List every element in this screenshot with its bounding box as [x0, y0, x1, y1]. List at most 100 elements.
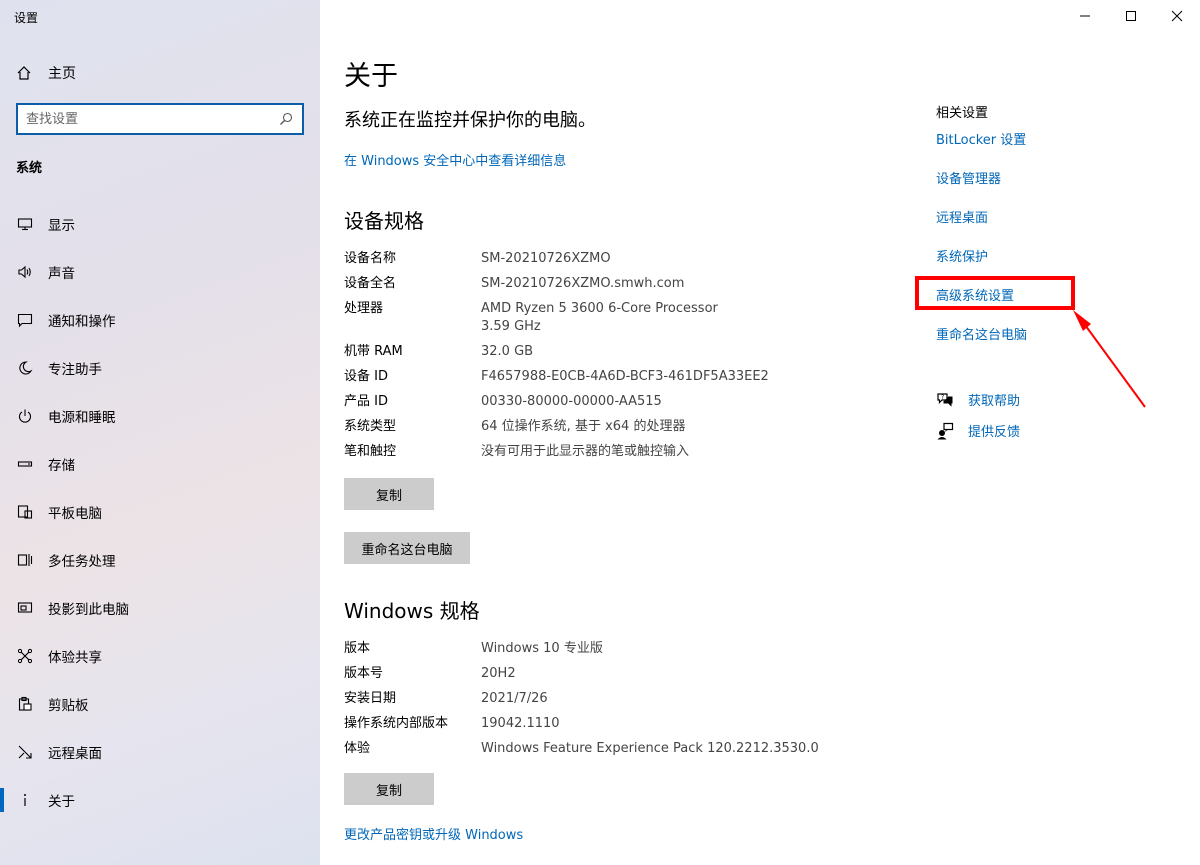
protection-status-text: 系统正在监控并保护你的电脑。: [344, 110, 596, 131]
moon-icon: [16, 359, 34, 377]
processor-name: AMD Ryzen 5 3600 6-Core Processor: [481, 301, 718, 316]
display-icon: [16, 215, 34, 233]
sidebar-item-label: 剪贴板: [48, 698, 89, 714]
spec-key: 产品 ID: [344, 394, 388, 409]
home-icon: [17, 66, 31, 80]
copy-device-specs-button[interactable]: 复制: [344, 478, 434, 510]
close-button[interactable]: [1154, 0, 1200, 32]
multitask-icon: [16, 551, 34, 569]
copy-windows-specs-button[interactable]: 复制: [344, 773, 434, 805]
sidebar-item-label: 远程桌面: [48, 746, 102, 762]
spec-key: 操作系统内部版本: [344, 716, 449, 731]
windows-specs-heading: Windows 规格: [344, 599, 480, 623]
table-row: 处理器 AMD Ryzen 5 3600 6-Core Processor 3.…: [344, 300, 769, 336]
get-help-label[interactable]: 获取帮助: [968, 390, 1020, 409]
highlight-box: [915, 276, 1075, 310]
storage-icon: [16, 455, 34, 473]
sidebar-item-label: 关于: [48, 794, 75, 810]
sidebar-item-label: 体验共享: [48, 650, 102, 666]
remote-desktop-icon: [16, 743, 34, 761]
sidebar-item-tablet[interactable]: 平板电脑: [0, 488, 320, 536]
sidebar-item-clipboard[interactable]: 剪贴板: [0, 680, 320, 728]
sidebar-item-label: 专注助手: [48, 362, 102, 378]
info-icon: [16, 791, 34, 809]
spec-key: 安装日期: [344, 691, 397, 706]
sidebar-item-sound[interactable]: 声音: [0, 248, 320, 296]
sidebar-item-shared-experiences[interactable]: 体验共享: [0, 632, 320, 680]
table-row: 体验 Windows Feature Experience Pack 120.2…: [344, 740, 819, 758]
sidebar-nav: 显示 声音 通知和操作 专注助手 电源和睡眠 存储 平板电脑 多任务处理 投影到…: [0, 200, 320, 824]
sidebar-item-notifications[interactable]: 通知和操作: [0, 296, 320, 344]
spec-key: 处理器: [344, 301, 384, 316]
page-title: 关于: [344, 61, 398, 92]
window-controls: [1062, 0, 1200, 32]
spec-key: 系统类型: [344, 419, 397, 434]
spec-value: Windows Feature Experience Pack 120.2212…: [481, 741, 819, 756]
home-label: 主页: [48, 66, 76, 82]
spec-value: AMD Ryzen 5 3600 6-Core Processor 3.59 G…: [481, 300, 718, 336]
sidebar-item-label: 显示: [48, 218, 75, 234]
sidebar-item-about[interactable]: 关于: [0, 776, 320, 824]
sidebar: 设置 主页 系统 显示 声音 通知和操作 专注助手 电源和睡眠: [0, 0, 320, 865]
spec-key: 机带 RAM: [344, 344, 403, 359]
minimize-button[interactable]: [1062, 0, 1108, 32]
sidebar-item-display[interactable]: 显示: [0, 200, 320, 248]
spec-key: 设备全名: [344, 276, 397, 291]
table-row: 设备 ID F4657988-E0CB-4A6D-BCF3-461DF5A33E…: [344, 368, 769, 386]
window-title: 设置: [14, 11, 39, 25]
help-chat-icon: ?: [937, 392, 953, 407]
table-row: 安装日期 2021/7/26: [344, 690, 819, 708]
bitlocker-settings-link[interactable]: BitLocker 设置: [936, 129, 1026, 148]
table-row: 版本号 20H2: [344, 665, 819, 683]
system-protection-link[interactable]: 系统保护: [936, 246, 988, 265]
sidebar-item-multitasking[interactable]: 多任务处理: [0, 536, 320, 584]
spec-key: 版本号: [344, 666, 384, 681]
spec-value: SM-20210726XZMO: [481, 251, 611, 266]
feedback-item[interactable]: 提供反馈: [936, 421, 1020, 440]
maximize-button[interactable]: [1108, 0, 1154, 32]
security-center-link[interactable]: 在 Windows 安全中心中查看详细信息: [344, 150, 566, 169]
table-row: 产品 ID 00330-80000-00000-AA515: [344, 393, 769, 411]
remote-desktop-link[interactable]: 远程桌面: [936, 207, 988, 226]
close-icon: [1171, 10, 1183, 22]
feedback-icon: [937, 422, 954, 439]
spec-key: 版本: [344, 641, 371, 656]
section-label-system: 系统: [16, 161, 43, 176]
table-row: 系统类型 64 位操作系统, 基于 x64 的处理器: [344, 418, 769, 436]
search-icon[interactable]: [278, 111, 294, 127]
sidebar-item-remote-desktop[interactable]: 远程桌面: [0, 728, 320, 776]
speaker-icon: [16, 263, 34, 281]
device-specs-table: 设备名称 SM-20210726XZMO 设备全名 SM-20210726XZM…: [344, 250, 769, 468]
rename-pc-button[interactable]: 重命名这台电脑: [344, 532, 470, 564]
spec-value: 19042.1110: [481, 716, 560, 731]
sidebar-item-label: 电源和睡眠: [48, 410, 116, 426]
spec-value: 00330-80000-00000-AA515: [481, 394, 662, 409]
tablet-icon: [16, 503, 34, 521]
sidebar-item-focus-assist[interactable]: 专注助手: [0, 344, 320, 392]
sidebar-item-storage[interactable]: 存储: [0, 440, 320, 488]
spec-value: 20H2: [481, 666, 516, 681]
search-box[interactable]: [16, 103, 304, 135]
table-row: 机带 RAM 32.0 GB: [344, 343, 769, 361]
share-icon: [16, 647, 34, 665]
table-row: 笔和触控 没有可用于此显示器的笔或触控输入: [344, 443, 769, 461]
feedback-label[interactable]: 提供反馈: [968, 421, 1020, 440]
upgrade-windows-link[interactable]: 更改产品密钥或升级 Windows: [344, 824, 523, 843]
clipboard-icon: [16, 695, 34, 713]
rename-pc-link[interactable]: 重命名这台电脑: [936, 324, 1027, 343]
sidebar-item-power-sleep[interactable]: 电源和睡眠: [0, 392, 320, 440]
spec-value: 64 位操作系统, 基于 x64 的处理器: [481, 419, 686, 434]
search-input[interactable]: [18, 105, 278, 133]
device-manager-link[interactable]: 设备管理器: [936, 168, 1001, 187]
table-row: 设备名称 SM-20210726XZMO: [344, 250, 769, 268]
get-help-item[interactable]: ? 获取帮助: [936, 390, 1020, 409]
notification-icon: [16, 311, 34, 329]
minimize-icon: [1080, 15, 1090, 17]
power-icon: [16, 407, 34, 425]
spec-value: 2021/7/26: [481, 691, 548, 706]
spec-value: 32.0 GB: [481, 344, 534, 359]
table-row: 操作系统内部版本 19042.1110: [344, 715, 819, 733]
sidebar-item-projection[interactable]: 投影到此电脑: [0, 584, 320, 632]
sidebar-item-label: 投影到此电脑: [48, 602, 129, 618]
home-nav-item[interactable]: 主页: [16, 62, 76, 84]
